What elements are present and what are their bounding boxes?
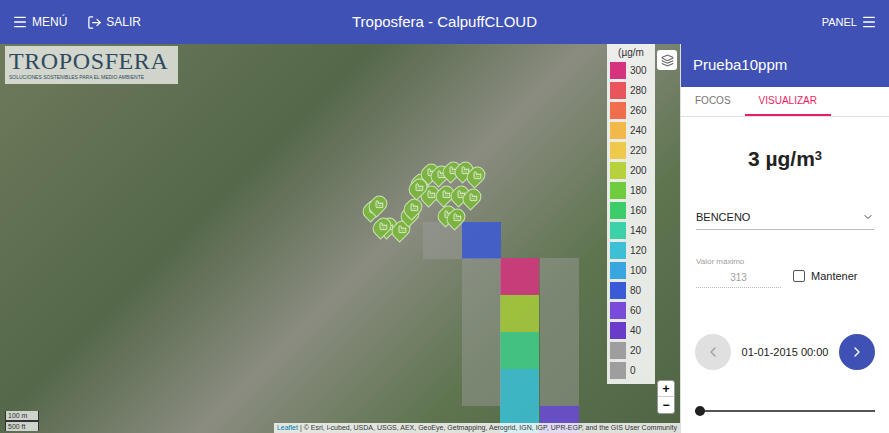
factory-icon	[379, 221, 388, 230]
app: MENÚ SALIR Troposfera - CalpuffCLOUD PANEL T…	[0, 0, 889, 433]
zoom-button[interactable]: +	[658, 381, 674, 397]
legend-item: 160	[607, 200, 655, 220]
legend-item: 120	[607, 240, 655, 260]
concentration-cell	[462, 222, 501, 259]
concentration-cell	[540, 369, 579, 406]
factory-icon	[469, 192, 478, 201]
concentration-cell	[500, 258, 539, 295]
legend-swatch	[610, 102, 626, 119]
legend: (µg/m30028026024022020018016014012010080…	[607, 44, 655, 384]
tab[interactable]: VISUALIZAR	[745, 87, 831, 116]
legend-swatch	[610, 222, 626, 239]
legend-item: 60	[607, 300, 655, 320]
legend-item: 200	[607, 160, 655, 180]
legend-item: 300	[607, 60, 655, 80]
legend-swatch	[610, 82, 626, 99]
legend-swatch	[610, 142, 626, 159]
pollutant-select[interactable]: BENCENO	[696, 209, 874, 231]
factory-icon	[410, 202, 419, 211]
zoom-control: +−	[657, 380, 675, 414]
side-panel: Prueba10ppmFOCOSVISUALIZAR 3 µg/m3 BENCENO…	[680, 44, 889, 433]
concentration-cell	[540, 332, 579, 369]
legend-swatch	[610, 242, 626, 259]
legend-item: 40	[607, 320, 655, 340]
attribution-link[interactable]: Leaflet	[277, 424, 298, 431]
factory-icon	[473, 170, 482, 179]
legend-swatch	[610, 162, 626, 179]
concentration-cell	[500, 332, 539, 369]
top-bar: MENÚ SALIR Troposfera - CalpuffCLOUD PANEL	[0, 0, 889, 44]
concentration-cell	[462, 332, 501, 369]
chevron-left-icon	[705, 344, 721, 360]
menu-icon	[12, 14, 28, 30]
scale-bar: 100 m500 ft	[5, 411, 39, 431]
legend-swatch	[610, 282, 626, 299]
concentration-cell	[462, 369, 501, 406]
factory-icon	[375, 199, 384, 208]
tab[interactable]: FOCOS	[681, 87, 745, 116]
factory-icon	[415, 182, 424, 191]
app-title: Troposfera - CalpuffCLOUD	[352, 11, 537, 34]
next-button[interactable]	[839, 334, 875, 370]
layers-icon	[661, 54, 674, 67]
concentration-cell	[500, 369, 539, 406]
keep-checkbox[interactable]: Mantener	[793, 268, 857, 289]
tabs: FOCOSVISUALIZAR	[681, 87, 889, 117]
legend-item: 260	[607, 100, 655, 120]
time-slider[interactable]	[695, 406, 875, 416]
menu-icon	[861, 14, 877, 30]
slider-thumb[interactable]	[695, 406, 705, 416]
concentration-cell	[540, 295, 579, 332]
legend-item: 80	[607, 280, 655, 300]
legend-swatch	[610, 122, 626, 139]
legend-swatch	[610, 182, 626, 199]
legend-swatch	[610, 262, 626, 279]
concentration-cell	[462, 295, 501, 332]
chevron-right-icon	[849, 344, 865, 360]
concentration-cell	[540, 258, 579, 295]
concentration-cell	[462, 258, 501, 295]
legend-item: 0	[607, 360, 655, 380]
concentration-cell	[500, 295, 539, 332]
legend-item: 220	[607, 140, 655, 160]
legend-item: 240	[607, 120, 655, 140]
legend-item: 140	[607, 220, 655, 240]
exit-button[interactable]: SALIR	[87, 13, 141, 31]
legend-item: 100	[607, 260, 655, 280]
panel-title: Prueba10ppm	[681, 44, 889, 87]
legend-swatch	[610, 302, 626, 319]
current-value: 3 µg/m3	[681, 143, 889, 175]
legend-item: 20	[607, 340, 655, 360]
prev-button	[695, 334, 731, 370]
legend-swatch	[610, 342, 626, 359]
legend-swatch	[610, 62, 626, 79]
attribution: Leaflet | © Esri, i-cubed, USDA, USGS, A…	[274, 423, 680, 433]
legend-item: 280	[607, 80, 655, 100]
factory-icon	[398, 224, 407, 233]
exit-icon	[87, 15, 102, 30]
panel-button[interactable]: PANEL	[822, 14, 877, 31]
dropdown-icon	[862, 211, 874, 223]
layers-button[interactable]	[657, 50, 677, 70]
map[interactable]: TROPOSFERASOLUCIONES SOSTENIBLES PARA EL…	[0, 44, 680, 433]
menu-button[interactable]: MENÚ	[12, 13, 67, 31]
factory-icon	[453, 212, 462, 221]
legend-swatch	[610, 362, 626, 379]
legend-swatch	[610, 202, 626, 219]
legend-title: (µg/m	[607, 44, 655, 60]
legend-swatch	[610, 322, 626, 339]
time-label: 01-01-2015 00:00	[742, 344, 829, 361]
legend-item: 180	[607, 180, 655, 200]
max-value-field: Valor máximo313	[696, 256, 781, 288]
logo: TROPOSFERASOLUCIONES SOSTENIBLES PARA EL…	[5, 46, 178, 84]
zoom-button[interactable]: −	[658, 397, 674, 413]
